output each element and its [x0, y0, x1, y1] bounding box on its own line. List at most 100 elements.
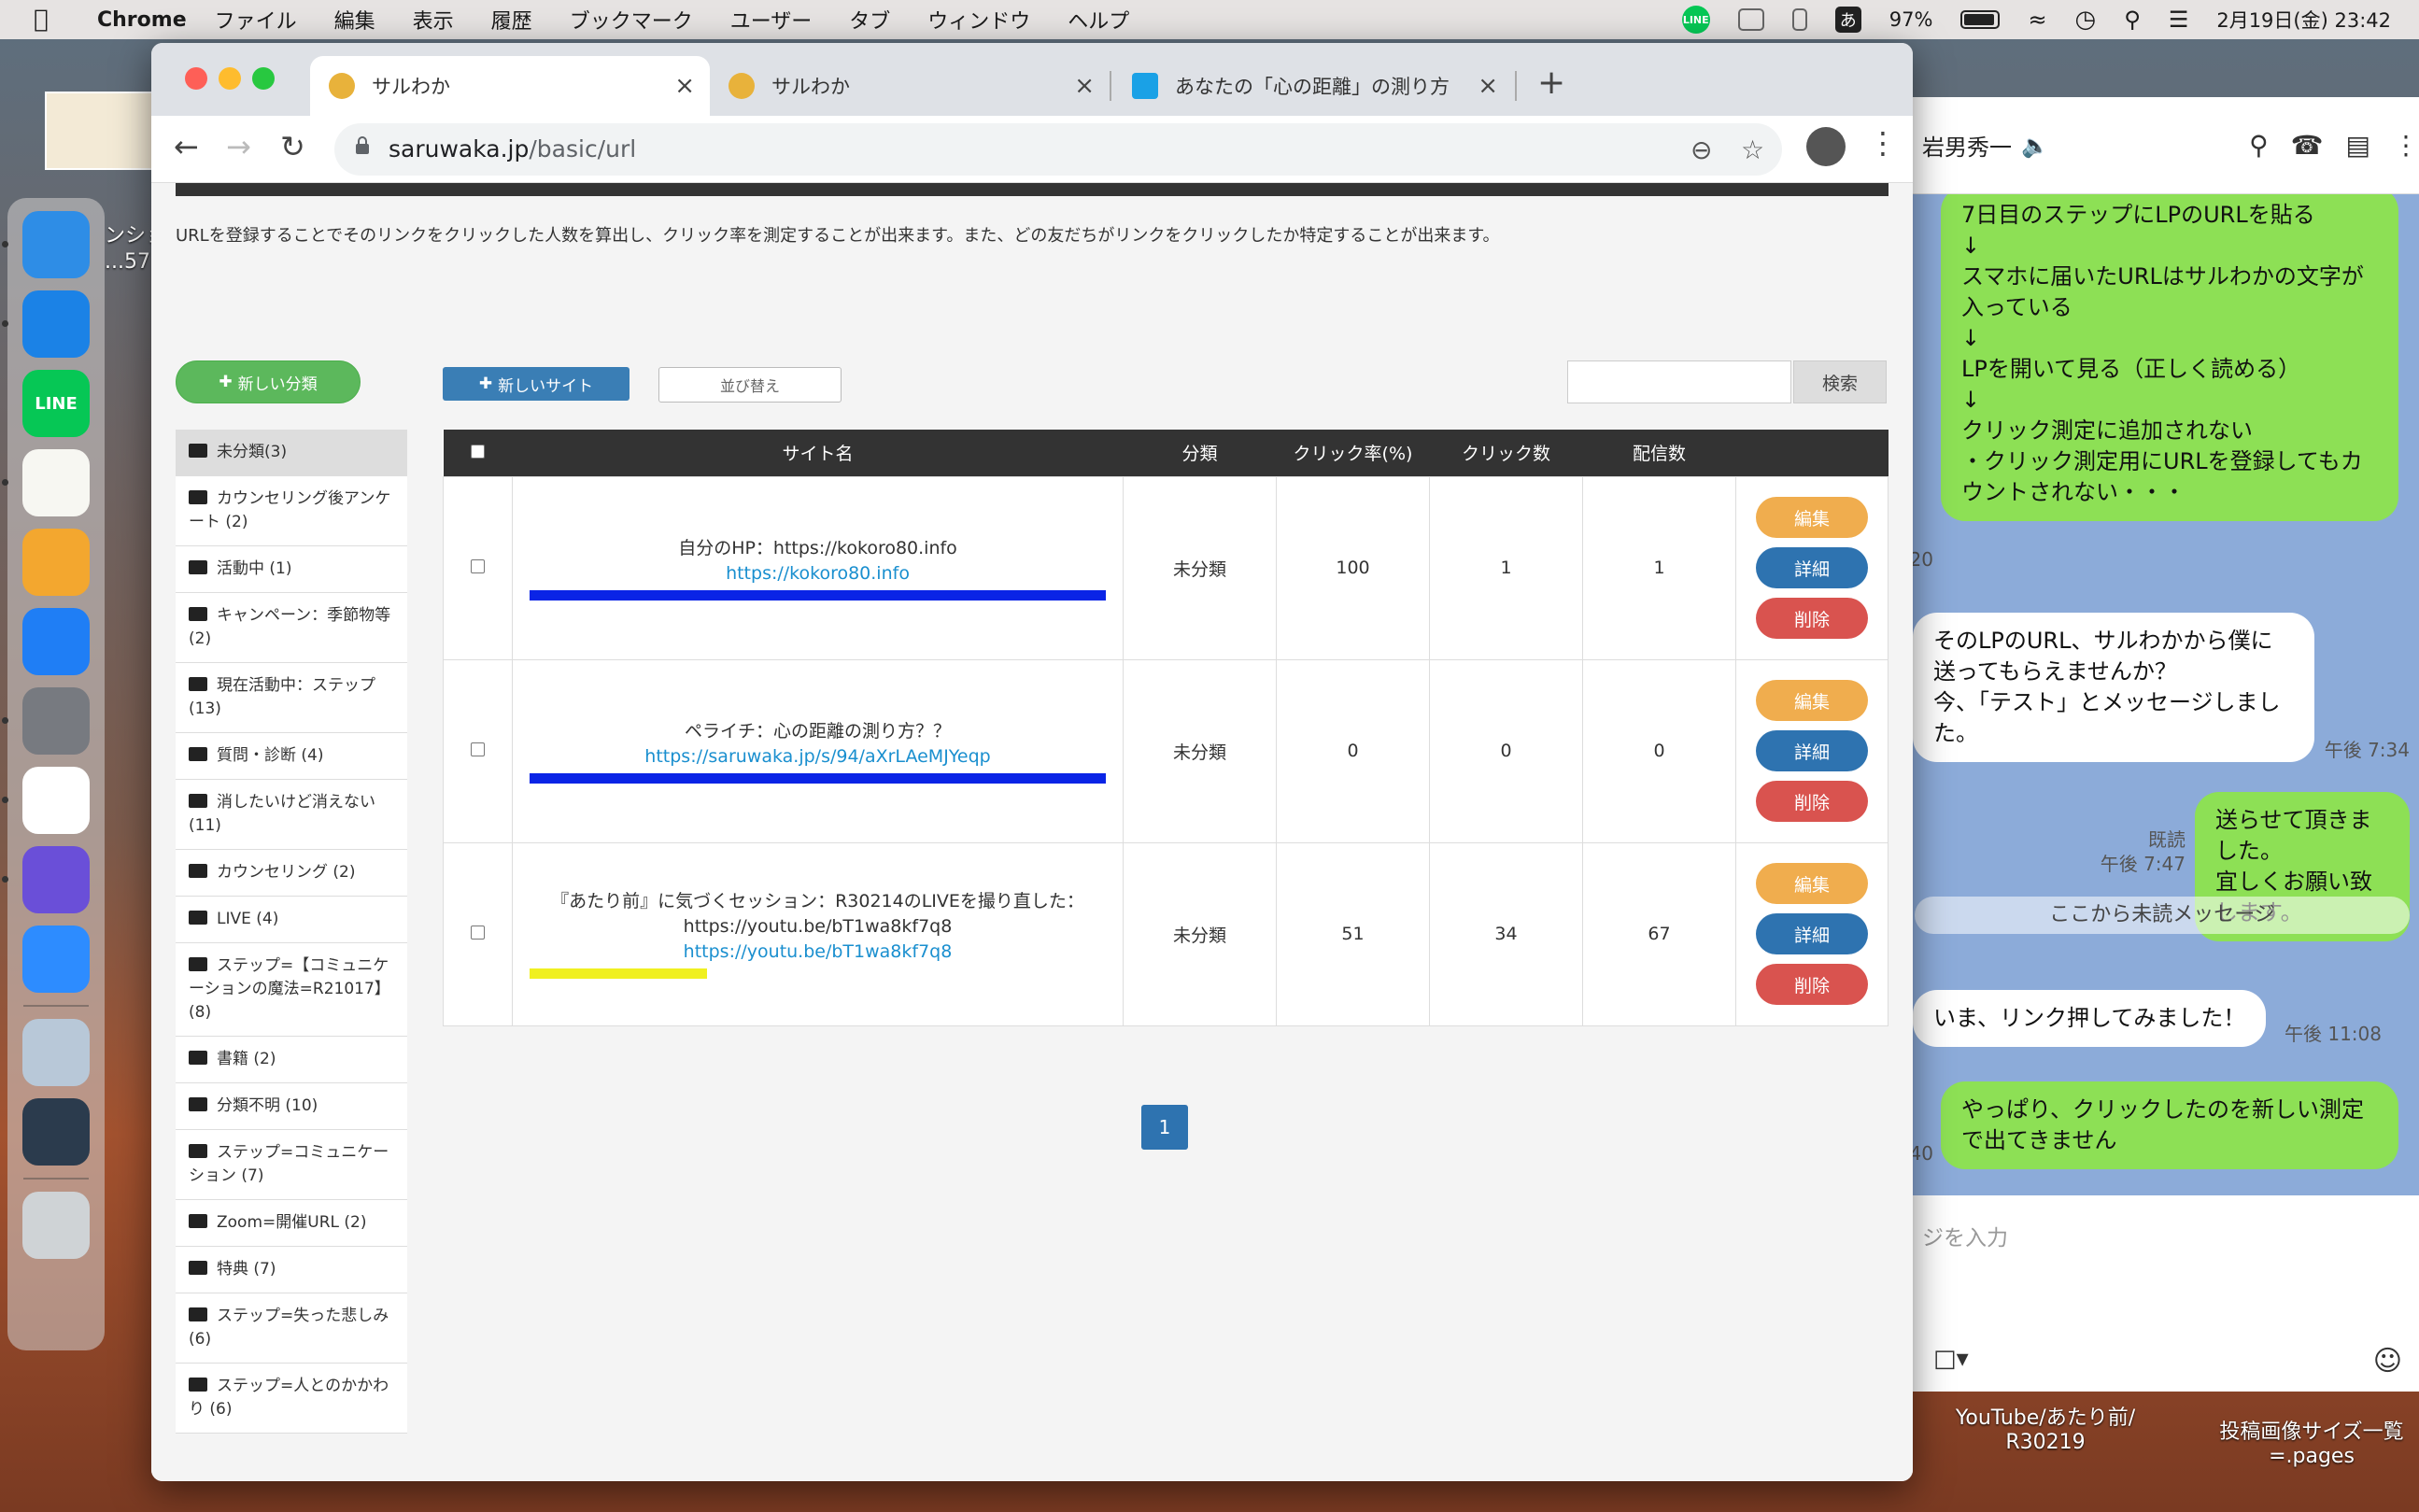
close-tab-icon[interactable]: × — [674, 72, 695, 100]
menu-edit[interactable]: 編集 — [334, 5, 375, 35]
category-item[interactable]: カウンセリング後アンケート (2) — [176, 476, 407, 546]
dock-finder-icon[interactable] — [2, 211, 90, 278]
category-item[interactable]: 消したいけど消えない (11) — [176, 780, 407, 850]
new-site-button[interactable]: ✚ 新しいサイト — [443, 367, 630, 401]
phone-icon[interactable]: ☎ — [2291, 130, 2324, 161]
menu-window[interactable]: ウィンドウ — [927, 5, 1030, 35]
category-item[interactable]: LIVE (4) — [176, 897, 407, 943]
time-machine-icon[interactable]: ◷ — [2075, 6, 2097, 34]
chat-message[interactable]: 7日目のステップにLPのURLを貼る ↓ スマホに届いたURLはサルわかの文字が… — [1941, 194, 2398, 521]
screenshot-crop-icon[interactable]: □▾ — [1933, 1345, 1969, 1373]
dock-notes-icon[interactable] — [2, 449, 90, 516]
category-item[interactable]: 質問・診断 (4) — [176, 733, 407, 780]
clock[interactable]: 2月19日(金) 23:42 — [2216, 6, 2391, 34]
menu-file[interactable]: ファイル — [215, 5, 297, 35]
more-icon[interactable]: ⋮ — [2393, 130, 2419, 161]
zoom-out-icon[interactable]: ⊖ — [1690, 134, 1712, 165]
notes-icon[interactable]: ▤ — [2346, 130, 2370, 161]
dock-system-preferences-icon[interactable] — [2, 687, 90, 755]
dock-imovie-icon[interactable] — [2, 846, 90, 913]
dock-chrome-icon[interactable] — [2, 767, 90, 834]
detail-button[interactable]: 詳細 — [1756, 913, 1868, 954]
select-all-checkbox[interactable] — [471, 444, 485, 459]
input-method-icon[interactable]: あ — [1834, 7, 1861, 33]
chat-message[interactable]: やっぱり、クリックしたのを新しい測定で出てきません — [1941, 1081, 2398, 1169]
site-link[interactable]: https://youtu.be/bT1wa8kf7q8 — [530, 940, 1106, 965]
edit-button[interactable]: 編集 — [1756, 680, 1868, 721]
category-item[interactable]: Zoom=開催URL (2) — [176, 1200, 407, 1247]
category-item[interactable]: 分類不明 (10) — [176, 1083, 407, 1130]
dock-safari-icon[interactable] — [2, 290, 90, 358]
apple-menu-icon[interactable]:  — [34, 6, 65, 34]
desktop-file-thumbnail[interactable] — [45, 92, 155, 170]
tab-saruwaka-active[interactable]: サルわか × — [310, 56, 710, 116]
delete-button[interactable]: 削除 — [1756, 964, 1868, 1005]
bookmark-star-icon[interactable]: ☆ — [1741, 134, 1764, 165]
menu-app-name[interactable]: Chrome — [97, 8, 187, 32]
edit-button[interactable]: 編集 — [1756, 863, 1868, 904]
dock-line-icon[interactable]: LINE — [22, 370, 90, 437]
category-item[interactable]: カウンセリング (2) — [176, 850, 407, 897]
delete-button[interactable]: 削除 — [1756, 781, 1868, 822]
url-text[interactable]: saruwaka.jp/basic/url — [389, 135, 636, 163]
row-checkbox[interactable] — [471, 742, 485, 756]
search-icon[interactable]: ⚲ — [2249, 130, 2269, 161]
close-window-button[interactable] — [185, 67, 207, 90]
pagination-page-1[interactable]: 1 — [1141, 1105, 1188, 1150]
dock-trash-icon[interactable] — [22, 1192, 90, 1259]
mute-icon[interactable] — [1737, 8, 1764, 31]
sort-button[interactable]: 並び替え — [658, 367, 842, 403]
dock-preview-icon[interactable] — [22, 1019, 90, 1086]
row-checkbox[interactable] — [471, 926, 485, 940]
dock-keynote-icon[interactable] — [22, 608, 90, 675]
browser-menu-icon[interactable]: ⋮ — [1868, 125, 1898, 161]
search-input[interactable] — [1567, 360, 1791, 403]
row-checkbox[interactable] — [471, 559, 485, 573]
minimize-window-button[interactable] — [219, 67, 241, 90]
emoji-icon[interactable]: ☺ — [2373, 1345, 2402, 1378]
chat-message[interactable]: いま、リンク押してみました！ — [1913, 990, 2267, 1047]
zoom-window-button[interactable] — [252, 67, 275, 90]
category-item[interactable]: ステップ=【コミュニケーションの魔法=R21017】 (8) — [176, 943, 407, 1037]
edit-button[interactable]: 編集 — [1756, 497, 1868, 538]
spotlight-icon[interactable]: ⚲ — [2124, 7, 2141, 33]
battery-icon[interactable] — [1960, 10, 2001, 29]
dock-pages-icon[interactable] — [22, 529, 90, 596]
site-link[interactable]: https://kokoro80.info — [530, 561, 1106, 586]
category-item[interactable]: 現在活動中：ステップ (13) — [176, 663, 407, 733]
menu-history[interactable]: 履歴 — [491, 5, 532, 35]
control-center-icon[interactable]: ☰ — [2169, 7, 2189, 33]
new-category-button[interactable]: ✚ 新しい分類 — [176, 360, 361, 403]
category-item[interactable]: ステップ=人とのかかわり (6) — [176, 1364, 407, 1434]
tab-saruwaka[interactable]: サルわか × — [710, 56, 1110, 116]
detail-button[interactable]: 詳細 — [1756, 730, 1868, 771]
message-input-area[interactable]: ジを入力 □▾ ☺ — [1905, 1195, 2419, 1392]
address-bar[interactable]: saruwaka.jp/basic/url ⊖ ☆ — [334, 123, 1782, 176]
profile-avatar-icon[interactable] — [1806, 127, 1846, 166]
delete-button[interactable]: 削除 — [1756, 598, 1868, 639]
category-item[interactable]: ステップ=失った悲しみ (6) — [176, 1293, 407, 1364]
close-tab-icon[interactable]: × — [1478, 72, 1498, 100]
close-tab-icon[interactable]: × — [1074, 72, 1095, 100]
detail-button[interactable]: 詳細 — [1756, 547, 1868, 588]
category-item[interactable]: 特典 (7) — [176, 1247, 407, 1293]
dock-quicktime-icon[interactable] — [22, 1098, 90, 1166]
menu-view[interactable]: 表示 — [413, 5, 454, 35]
category-item[interactable]: 書籍 (2) — [176, 1037, 407, 1083]
back-icon[interactable]: ← — [174, 129, 199, 164]
message-input[interactable]: ジを入力 — [1922, 1220, 2008, 1251]
tab-kokoro-distance[interactable]: あなたの「心の距離」の測り方 × — [1113, 56, 1513, 116]
menu-tabs[interactable]: タブ — [849, 5, 890, 35]
site-link[interactable]: https://saruwaka.jp/s/94/aXrLAeMJYeqp — [530, 744, 1106, 770]
new-tab-button[interactable]: + — [1537, 64, 1565, 102]
category-item[interactable]: 未分類(3) — [176, 430, 407, 476]
chat-message[interactable]: そのLPのURL、サルわかから僕に送ってもらえませんか？ 今、「テスト」とメッセ… — [1913, 613, 2314, 762]
category-item[interactable]: 活動中 (1) — [176, 546, 407, 593]
menu-users[interactable]: ユーザー — [730, 5, 813, 35]
search-button[interactable]: 検索 — [1793, 360, 1887, 403]
menu-bookmarks[interactable]: ブックマーク — [570, 5, 693, 35]
reload-icon[interactable]: ↻ — [280, 129, 305, 164]
forward-icon[interactable]: → — [226, 129, 251, 164]
menu-help[interactable]: ヘルプ — [1068, 5, 1129, 35]
wifi-icon[interactable]: ≈ — [2028, 7, 2046, 33]
